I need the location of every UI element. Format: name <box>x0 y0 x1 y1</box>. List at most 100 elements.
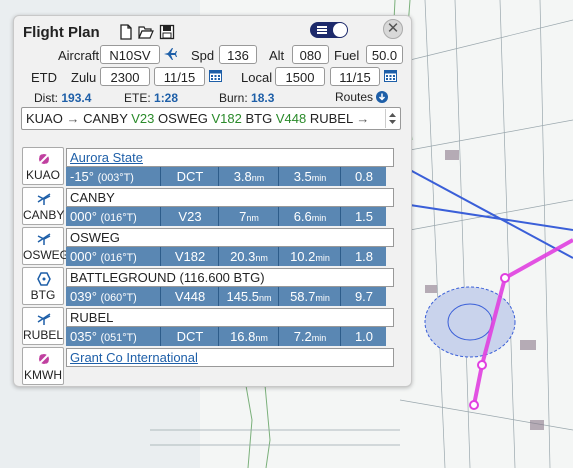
route-token: KUAO <box>26 111 63 126</box>
zulu-time-input[interactable]: 2300 <box>100 67 150 86</box>
leg-distance: 3.8nm <box>218 167 279 186</box>
leg-time-unit: min <box>311 333 327 343</box>
leg-fuel: 1.5 <box>340 207 387 226</box>
waypoint-button-osweg[interactable]: OSWEG <box>22 227 69 265</box>
altitude-input[interactable]: 080 <box>292 45 329 64</box>
route-token: V448 <box>275 111 307 126</box>
waypoint-name: CANBY <box>70 190 115 205</box>
leg-fuel-value: 1.8 <box>354 249 374 264</box>
folder-open-icon[interactable] <box>138 24 154 40</box>
leg-time-value: 7.2 <box>293 329 312 344</box>
airplane-icon[interactable] <box>163 47 177 66</box>
leg-row: 039° (060°T) V448 145.5nm 58.7min 9.7 <box>66 287 386 306</box>
waypoint-name-link[interactable]: Grant Co International <box>70 350 198 365</box>
route-token: RUBEL <box>309 111 353 126</box>
leg-time-unit: min <box>315 293 330 303</box>
waypoint-button-canby[interactable]: CANBY <box>22 187 64 225</box>
leg-fuel: 9.7 <box>340 287 387 306</box>
flight-plan-panel: Flight Plan ✕ Aircraft N10SV Spd 136 Alt… <box>13 15 412 387</box>
leg-time: 58.7min <box>278 287 341 306</box>
close-button[interactable]: ✕ <box>383 19 403 39</box>
leg-distance: 7nm <box>218 207 279 226</box>
waypoint-row: CANBY <box>66 188 394 207</box>
leg-fuel-value: 0.8 <box>354 169 374 184</box>
leg-time-unit: min <box>311 213 327 223</box>
panel-title: Flight Plan <box>23 24 100 41</box>
aircraft-input[interactable]: N10SV <box>100 45 160 64</box>
fuel-input[interactable]: 50.0 <box>366 45 403 64</box>
leg-distance: 145.5nm <box>218 287 279 306</box>
waypoint-row: OSWEG <box>66 228 394 247</box>
routes-label: Routes <box>335 90 374 104</box>
leg-distance-value: 20.3 <box>230 249 256 264</box>
route-text: KUAO → CANBY V23 OSWEG V182 BTG V448 RUB… <box>26 111 369 126</box>
speed-input[interactable]: 136 <box>219 45 257 64</box>
leg-via-value: V448 <box>174 289 206 304</box>
waypoint-name: BATTLEGROUND (116.600 BTG) <box>70 270 265 285</box>
waypoint-id: RUBEL <box>23 328 64 342</box>
leg-distance-unit: nm <box>246 213 259 223</box>
leg-distance-unit: nm <box>251 173 265 183</box>
view-toggle[interactable] <box>310 22 348 38</box>
leg-course: -15° (003°T) <box>66 167 160 186</box>
leg-via-value: V23 <box>178 209 202 224</box>
leg-row: 035° (051°T) DCT 16.8nm 7.2min 1.0 <box>66 327 386 346</box>
leg-time-value: 58.7 <box>290 289 316 304</box>
waypoint-button-rubel[interactable]: RUBEL <box>22 307 64 345</box>
leg-via-value: V182 <box>174 249 206 264</box>
leg-fuel: 1.0 <box>340 327 387 346</box>
close-icon: ✕ <box>386 20 400 37</box>
altitude-label: Alt <box>269 48 285 63</box>
leg-course: 000° (016°T) <box>66 207 160 226</box>
aircraft-label: Aircraft <box>58 48 100 63</box>
waypoint-name-link[interactable]: Aurora State <box>70 150 143 165</box>
save-icon[interactable] <box>159 24 175 40</box>
waypoint-button-kuao[interactable]: KUAO <box>22 147 64 185</box>
local-date-input[interactable]: 11/15 <box>330 67 380 86</box>
waypoint-row: Aurora State <box>66 148 394 167</box>
leg-time: 6.6min <box>278 207 341 226</box>
zulu-label: Zulu <box>71 70 97 85</box>
leg-fuel-value: 1.0 <box>354 329 374 344</box>
leg-row: 000° (016°T) V182 20.3nm 10.2min 1.8 <box>66 247 386 266</box>
route-token: OSWEG <box>158 111 208 126</box>
leg-course-mag: 039° <box>70 289 101 304</box>
distance-label: Dist: <box>34 91 58 105</box>
leg-via: DCT <box>160 167 219 186</box>
waypoint-name: OSWEG <box>70 230 120 245</box>
leg-distance-value: 3.8 <box>233 169 252 184</box>
burn-label: Burn: <box>219 91 248 105</box>
leg-time-value: 6.6 <box>293 209 312 224</box>
leg-time-unit: min <box>315 253 330 263</box>
route-input[interactable]: KUAO → CANBY V23 OSWEG V182 BTG V448 RUB… <box>21 107 401 130</box>
leg-via-value: DCT <box>176 329 204 344</box>
calendar-icon[interactable] <box>209 69 222 87</box>
leg-via: V448 <box>160 287 219 306</box>
fuel-label: Fuel <box>334 48 360 63</box>
waypoint-id: CANBY <box>23 208 65 222</box>
distance-value: 193.4 <box>61 91 92 105</box>
new-file-icon[interactable] <box>118 24 134 40</box>
route-token: V182 <box>211 111 242 126</box>
route-token: BTG <box>245 111 273 126</box>
leg-course-true: (060°T) <box>100 292 137 304</box>
waypoint-button-kmwh[interactable]: KMWH <box>22 347 64 385</box>
burn-value: 18.3 <box>251 91 275 105</box>
zulu-date-input[interactable]: 11/15 <box>154 67 205 86</box>
arrow-down-circle-icon <box>376 91 389 103</box>
route-scroll-spinner[interactable] <box>385 109 399 128</box>
route-token: V23 <box>131 111 155 126</box>
local-time-input[interactable]: 1500 <box>275 67 325 86</box>
waypoint-id: KMWH <box>24 368 62 382</box>
leg-row: 000° (016°T) V23 7nm 6.6min 1.5 <box>66 207 386 226</box>
local-label: Local <box>241 70 273 85</box>
calendar-icon[interactable] <box>384 69 397 87</box>
leg-fuel: 0.8 <box>340 167 387 186</box>
leg-fuel-value: 1.5 <box>354 209 374 224</box>
routes-button[interactable]: Routes <box>335 90 389 104</box>
leg-row: -15° (003°T) DCT 3.8nm 3.5min 0.8 <box>66 167 386 186</box>
waypoint-row: BATTLEGROUND (116.600 BTG) <box>66 268 394 287</box>
speed-label: Spd <box>191 48 215 63</box>
waypoint-button-btg[interactable]: BTG <box>22 267 64 305</box>
distance-stat: Dist: 193.4 <box>34 91 91 105</box>
